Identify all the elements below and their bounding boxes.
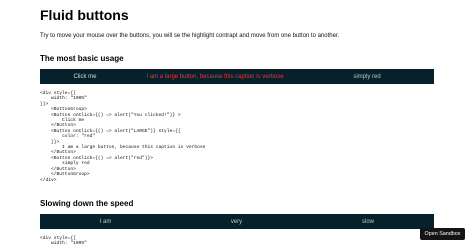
button-group-basic: Click me I am a large button, because th…: [40, 69, 434, 84]
i-am-button[interactable]: I am: [40, 214, 171, 229]
intro-text: Try to move your mouse over the buttons,…: [40, 33, 340, 39]
page: Fluid buttons Try to move your mouse ove…: [0, 0, 474, 248]
page-title: Fluid buttons: [40, 7, 129, 23]
very-button[interactable]: very: [171, 214, 302, 229]
code-sample-speed: <div style={{ width: "100%": [40, 236, 87, 247]
button-group-speed: I am very slow: [40, 214, 434, 229]
slow-button[interactable]: slow: [302, 214, 434, 229]
code-sample-basic: <div style={{ width: "100%" }}> <ButtonG…: [40, 91, 206, 183]
section-heading-speed: Slowing down the speed: [40, 199, 134, 208]
simply-red-button[interactable]: simply red: [300, 69, 434, 84]
open-sandbox-button[interactable]: Open Sandbox: [420, 228, 465, 240]
large-button[interactable]: I am a large button, because this captio…: [130, 69, 300, 84]
section-heading-basic: The most basic usage: [40, 54, 124, 63]
click-me-button[interactable]: Click me: [40, 69, 130, 84]
